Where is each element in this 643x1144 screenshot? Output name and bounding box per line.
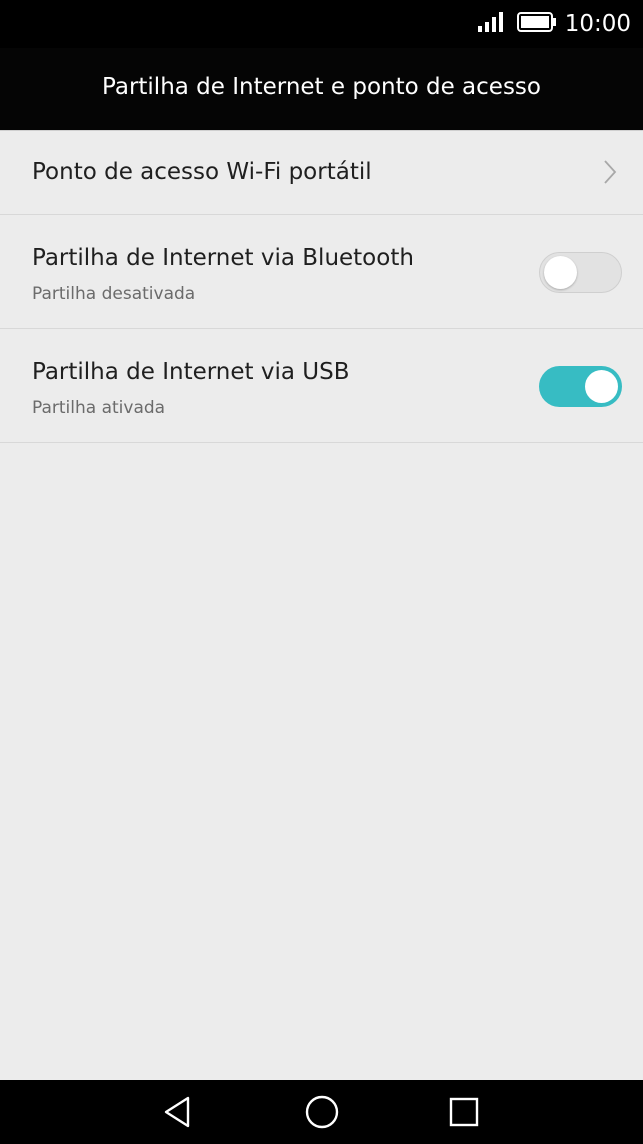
toggle-knob <box>544 256 577 289</box>
status-bar: 10:00 <box>0 0 643 48</box>
page-title: Partilha de Internet e ponto de acesso <box>102 74 541 100</box>
usb-tethering-toggle[interactable] <box>539 366 622 407</box>
status-time: 10:00 <box>564 11 631 37</box>
home-icon[interactable] <box>302 1092 342 1132</box>
status-icons: 10:00 <box>477 0 631 48</box>
recent-apps-icon[interactable] <box>444 1092 484 1132</box>
setting-wifi-hotspot[interactable]: Ponto de acesso Wi-Fi portátil <box>0 131 643 215</box>
setting-title: Partilha de Internet via Bluetooth <box>32 245 414 271</box>
chevron-right-icon <box>603 159 617 190</box>
bluetooth-tethering-toggle[interactable] <box>539 252 622 293</box>
setting-status: Partilha desativada <box>32 284 196 304</box>
setting-bluetooth-tethering[interactable]: Partilha de Internet via Bluetooth Parti… <box>0 215 643 329</box>
setting-usb-tethering[interactable]: Partilha de Internet via USB Partilha at… <box>0 329 643 443</box>
back-icon[interactable] <box>158 1092 198 1132</box>
navigation-bar <box>0 1080 643 1144</box>
title-bar: Partilha de Internet e ponto de acesso <box>0 48 643 131</box>
toggle-knob <box>585 370 618 403</box>
battery-icon <box>516 11 557 37</box>
settings-list: Ponto de acesso Wi-Fi portátil Partilha … <box>0 131 643 443</box>
setting-title: Ponto de acesso Wi-Fi portátil <box>32 159 372 185</box>
signal-icon <box>477 11 505 38</box>
setting-title: Partilha de Internet via USB <box>32 359 350 385</box>
setting-status: Partilha ativada <box>32 398 166 418</box>
